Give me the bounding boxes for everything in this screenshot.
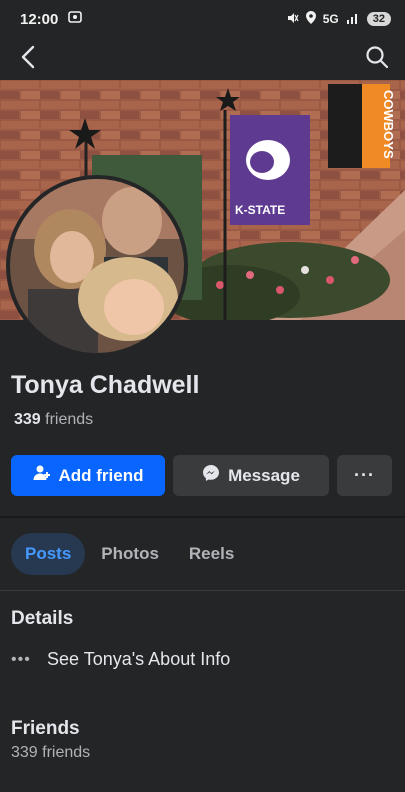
search-button[interactable] [363, 45, 391, 73]
more-options-button[interactable]: ··· [337, 455, 392, 496]
profile-actions: Add friend Message ··· [11, 455, 394, 496]
banner-text: COWBOYS [381, 90, 396, 159]
tabs-separator [0, 590, 405, 591]
add-friend-button[interactable]: Add friend [11, 455, 165, 496]
more-horizontal-icon: ··· [354, 465, 375, 485]
about-info-label: See Tonya's About Info [47, 649, 231, 669]
friends-suffix: friends [45, 411, 94, 428]
status-bar: 12:00 5G 32 [0, 0, 405, 38]
about-info-link[interactable]: ••• See Tonya's About Info [11, 649, 230, 670]
chevron-left-icon [20, 45, 36, 74]
add-person-icon [33, 464, 51, 487]
section-divider [0, 516, 405, 518]
battery-indicator: 32 [366, 12, 391, 26]
tab-reels[interactable]: Reels [175, 533, 248, 575]
tab-photos[interactable]: Photos [87, 533, 173, 575]
mute-icon [287, 12, 299, 27]
add-friend-label: Add friend [58, 465, 144, 485]
profile-name: Tonya Chadwell [11, 371, 200, 399]
signal-icon [346, 12, 360, 27]
more-dots-icon: ••• [11, 650, 31, 668]
message-label: Message [228, 465, 300, 485]
search-icon [365, 45, 389, 74]
flag-text: K-STATE [235, 203, 285, 217]
message-button[interactable]: Message [173, 455, 329, 496]
friends-section-count[interactable]: 339 friends [11, 744, 90, 762]
profile-picture[interactable] [6, 175, 188, 357]
details-title: Details [11, 608, 74, 629]
screen-record-icon [68, 10, 83, 28]
profile-tabs: Posts Photos Reels [11, 533, 248, 575]
tab-posts[interactable]: Posts [11, 533, 86, 575]
top-nav [0, 38, 405, 80]
network-label: 5G [322, 12, 339, 26]
location-icon [305, 11, 316, 27]
back-button[interactable] [14, 45, 42, 73]
friends-count: 339 [14, 411, 41, 428]
messenger-icon [202, 464, 220, 487]
friends-section-title: Friends [11, 718, 80, 739]
friends-summary[interactable]: 339 friends [14, 411, 93, 429]
status-time: 12:00 [20, 10, 59, 28]
